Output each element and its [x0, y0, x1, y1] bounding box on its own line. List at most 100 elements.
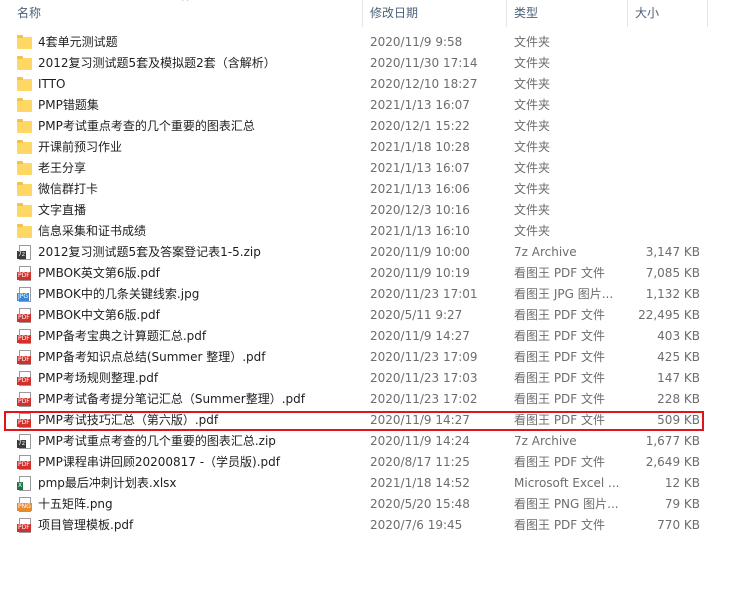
file-modified-date: 2020/5/11 9:27	[370, 308, 463, 322]
file-modified-date: 2020/11/9 10:00	[370, 245, 470, 259]
file-size: 2,649 KB	[645, 455, 700, 469]
file-modified-date: 2020/11/9 14:24	[370, 434, 470, 448]
file-row[interactable]: PDF 项目管理模板.pdf 2020/7/6 19:45 看图王 PDF 文件 770…	[0, 515, 730, 536]
file-modified-date: 2021/1/13 16:07	[370, 98, 470, 112]
file-row[interactable]: 文字直播 2020/12/3 10:16 文件夹	[0, 200, 730, 221]
folder-icon	[17, 98, 33, 114]
file-name: 项目管理模板.pdf	[38, 518, 134, 532]
file-name: PMP考试重点考查的几个重要的图表汇总	[38, 119, 255, 133]
file-type: 看图王 PDF 文件	[514, 329, 606, 343]
file-type: 看图王 PDF 文件	[514, 266, 606, 280]
file-type: 7z Archive	[514, 245, 577, 259]
folder-icon	[17, 119, 33, 135]
folder-shape	[17, 77, 32, 91]
file-row[interactable]: PDF PMP课程串讲回顾20200817 -（学员版).pdf 2020/8/17…	[0, 452, 730, 473]
file-type: 看图王 PDF 文件	[514, 371, 606, 385]
file-row[interactable]: 7z 2012复习测试题5套及答案登记表1-5.zip 2020/11/9 10:0…	[0, 242, 730, 263]
file-size: 22,495 KB	[638, 308, 700, 322]
file-type: 文件夹	[514, 140, 551, 154]
column-header-size[interactable]: 大小	[635, 0, 659, 27]
pdf-badge-icon: PDF	[17, 461, 31, 469]
file-row[interactable]: 7z PMP考试重点考查的几个重要的图表汇总.zip 2020/11/9 14:24…	[0, 431, 730, 452]
file-row[interactable]: PDF PMP考试备考提分笔记汇总（Summer整理）.pdf 2020/11/23…	[0, 389, 730, 410]
pdf-badge-icon: PDF	[17, 335, 31, 343]
file-type: 文件夹	[514, 224, 551, 238]
pdf-file-icon: PDF	[17, 518, 33, 534]
file-name: 信息采集和证书成绩	[38, 224, 147, 238]
file-modified-date: 2020/12/1 15:22	[370, 119, 470, 133]
file-name: 文字直播	[38, 203, 87, 217]
file-name: 2012复习测试题5套及答案登记表1-5.zip	[38, 245, 261, 259]
file-type: 看图王 PDF 文件	[514, 413, 606, 427]
file-row[interactable]: PMP错题集 2021/1/13 16:07 文件夹	[0, 95, 730, 116]
file-type: 文件夹	[514, 182, 551, 196]
file-name: PMP考场规则整理.pdf	[38, 371, 159, 385]
file-row[interactable]: PDF PMP考场规则整理.pdf 2020/11/23 17:03 看图王 PDF …	[0, 368, 730, 389]
file-type: 文件夹	[514, 98, 551, 112]
jpg-badge-icon: JPG	[17, 293, 30, 301]
file-row[interactable]: 4套单元测试题 2020/11/9 9:58 文件夹	[0, 32, 730, 53]
file-row[interactable]: 微信群打卡 2021/1/13 16:06 文件夹	[0, 179, 730, 200]
file-row[interactable]: 2012复习测试题5套及模拟题2套（含解析） 2020/11/30 17:14 文件…	[0, 53, 730, 74]
file-row[interactable]: PDF PMBOK中文第6版.pdf 2020/5/11 9:27 看图王 PDF 文…	[0, 305, 730, 326]
file-name: 十五矩阵.png	[38, 497, 113, 511]
pdf-file-icon: PDF	[17, 308, 33, 324]
file-size: 770 KB	[657, 518, 700, 532]
file-row[interactable]: 开课前预习作业 2021/1/18 10:28 文件夹	[0, 137, 730, 158]
file-modified-date: 2020/11/9 10:19	[370, 266, 470, 280]
file-type: 文件夹	[514, 119, 551, 133]
folder-icon	[17, 182, 33, 198]
file-modified-date: 2020/11/23 17:01	[370, 287, 478, 301]
column-header-type[interactable]: 类型	[514, 0, 538, 27]
folder-shape	[17, 182, 32, 196]
zip-badge-icon: 7z	[17, 440, 26, 448]
file-row[interactable]: PNG 十五矩阵.png 2020/5/20 15:48 看图王 PNG 图片... 7…	[0, 494, 730, 515]
folder-shape	[17, 224, 32, 238]
folder-icon	[17, 56, 33, 72]
png-file-icon: PNG	[17, 497, 33, 513]
file-row[interactable]: JPG PMBOK中的几条关键线索.jpg 2020/11/23 17:01 看图王 …	[0, 284, 730, 305]
file-row[interactable]: 信息采集和证书成绩 2021/1/13 16:10 文件夹	[0, 221, 730, 242]
pdf-badge-icon: PDF	[17, 314, 31, 322]
file-size: 509 KB	[657, 413, 700, 427]
file-size: 228 KB	[657, 392, 700, 406]
file-modified-date: 2020/5/20 15:48	[370, 497, 470, 511]
column-divider[interactable]	[506, 0, 507, 27]
folder-shape	[17, 140, 32, 154]
xls-file-icon: X	[17, 476, 33, 492]
file-modified-date: 2020/11/23 17:09	[370, 350, 478, 364]
column-divider[interactable]	[707, 0, 708, 27]
file-name: PMP考试技巧汇总（第六版）.pdf	[38, 413, 219, 427]
file-name: PMP错题集	[38, 98, 99, 112]
file-type: 看图王 PDF 文件	[514, 518, 606, 532]
file-modified-date: 2020/8/17 11:25	[370, 455, 470, 469]
column-header-name[interactable]: 名称	[17, 0, 41, 27]
folder-icon	[17, 140, 33, 156]
file-modified-date: 2021/1/18 14:52	[370, 476, 470, 490]
file-row[interactable]: 老王分享 2021/1/13 16:07 文件夹	[0, 158, 730, 179]
file-row[interactable]: ITTO 2020/12/10 18:27 文件夹	[0, 74, 730, 95]
file-modified-date: 2020/11/23 17:02	[370, 392, 478, 406]
file-row[interactable]: PDF PMP考试技巧汇总（第六版）.pdf 2020/11/9 14:27 看图王 …	[0, 410, 730, 431]
zip-badge-icon: 7z	[17, 251, 26, 259]
column-divider[interactable]	[627, 0, 628, 27]
file-modified-date: 2021/1/13 16:06	[370, 182, 470, 196]
file-type: Microsoft Excel ...	[514, 476, 620, 490]
zip-file-icon: 7z	[17, 245, 33, 261]
file-row[interactable]: PDF PMP备考宝典之计算题汇总.pdf 2020/11/9 14:27 看图王 P…	[0, 326, 730, 347]
pdf-file-icon: PDF	[17, 329, 33, 345]
column-divider[interactable]	[362, 0, 363, 27]
file-type: 看图王 PDF 文件	[514, 308, 606, 322]
folder-shape	[17, 203, 32, 217]
column-header-modified[interactable]: 修改日期	[370, 0, 418, 27]
file-type: 看图王 PDF 文件	[514, 455, 606, 469]
file-name: 开课前预习作业	[38, 140, 123, 154]
file-row[interactable]: PMP考试重点考查的几个重要的图表汇总 2020/12/1 15:22 文件夹	[0, 116, 730, 137]
file-row[interactable]: Xpmp最后冲刺计划表.xlsx 2021/1/18 14:52 Microsoft…	[0, 473, 730, 494]
file-size: 3,147 KB	[645, 245, 700, 259]
file-row[interactable]: PDF PMBOK英文第6版.pdf 2020/11/9 10:19 看图王 PDF …	[0, 263, 730, 284]
file-row[interactable]: PDF PMP备考知识点总结(Summer 整理）.pdf 2020/11/23 1…	[0, 347, 730, 368]
file-type: 文件夹	[514, 161, 551, 175]
file-name: 微信群打卡	[38, 182, 99, 196]
file-type: 文件夹	[514, 35, 551, 49]
